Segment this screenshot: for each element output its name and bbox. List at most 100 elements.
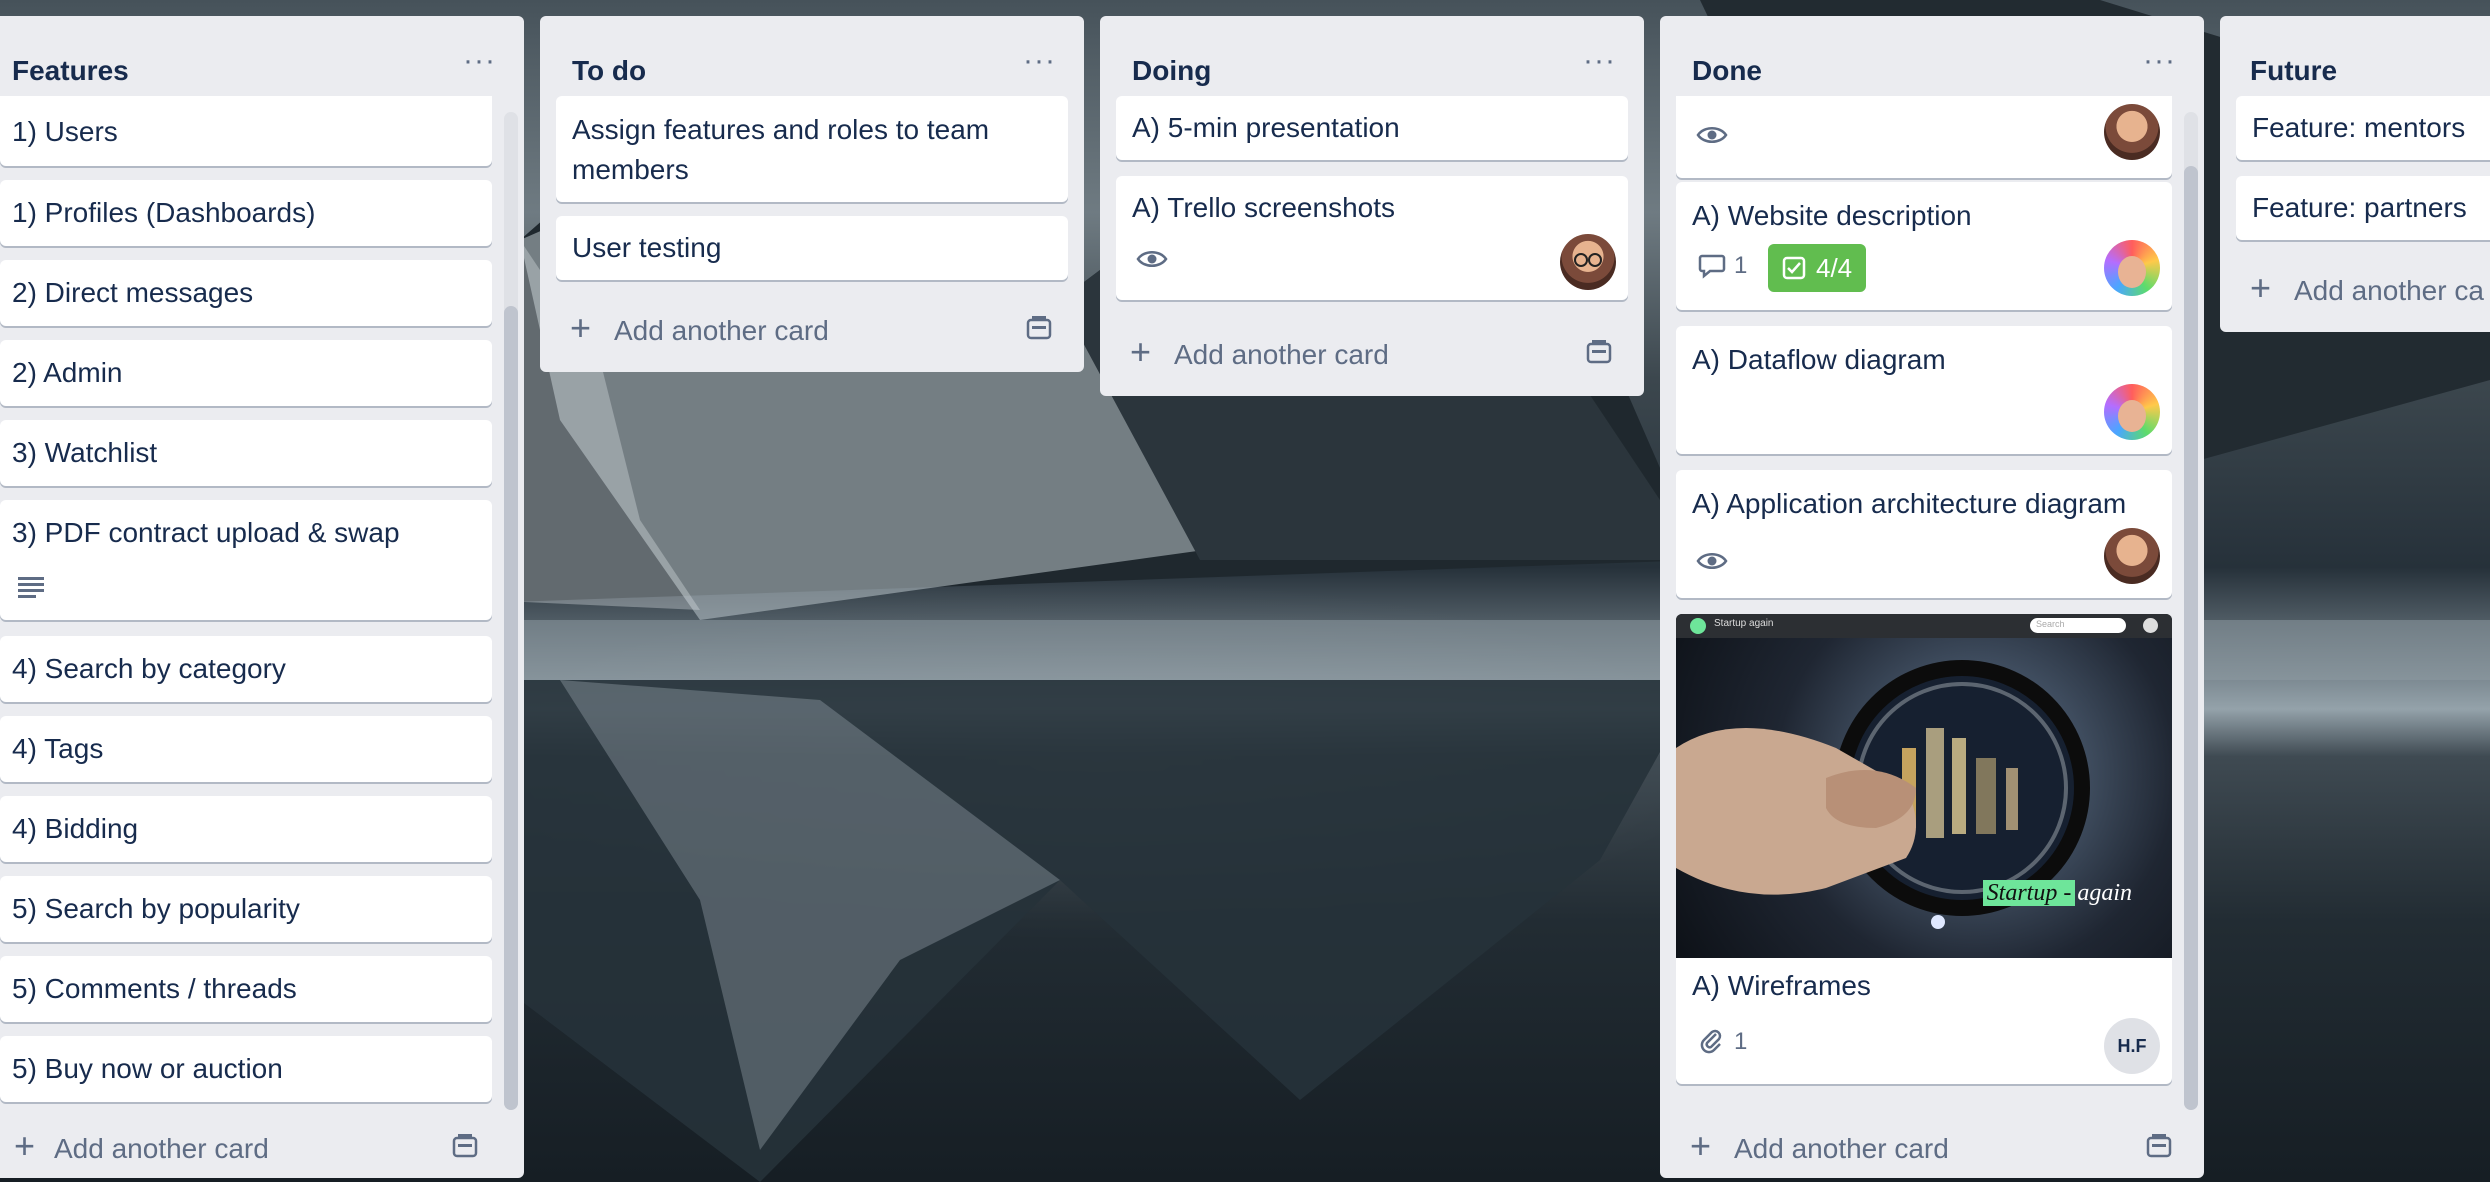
cover-site-header: Startup again Search — [1676, 614, 2172, 638]
card-title: Assign features and roles to team member… — [572, 114, 990, 185]
checklist-icon — [1782, 256, 1806, 280]
card-title: 5) Buy now or auction — [12, 1053, 283, 1084]
member-avatar[interactable] — [2104, 528, 2160, 584]
card-template-icon[interactable] — [2146, 1134, 2172, 1158]
cover-close-icon — [2143, 618, 2158, 633]
list-title[interactable]: Done — [1692, 54, 1762, 88]
card[interactable]: 1) Users — [0, 96, 492, 166]
add-card-button[interactable]: + Add another card — [0, 1120, 508, 1176]
card-title: 4) Tags — [12, 733, 104, 764]
cover-search-placeholder: Search — [2036, 619, 2065, 629]
card[interactable]: User testing — [556, 216, 1068, 280]
list-header[interactable]: Future — [2220, 16, 2490, 96]
member-initials: H.F — [2117, 1035, 2147, 1056]
member-avatar[interactable] — [2104, 240, 2160, 296]
plus-icon: + — [14, 1125, 36, 1166]
card-title: 5) Search by popularity — [12, 893, 300, 924]
add-card-button[interactable]: + Add another card — [556, 302, 1068, 358]
board-canvas: Features ··· 1) Users 1) Profiles (Dashb… — [0, 0, 2490, 1182]
attachments-badge: 1 — [1698, 1028, 1747, 1056]
add-card-label: Add another card — [1734, 1133, 1949, 1164]
list-doing: Doing ··· A) 5-min presentation A) Trell… — [1100, 16, 1644, 396]
card[interactable]: 1) Profiles (Dashboards) — [0, 180, 492, 246]
cover-logo-dot — [1690, 618, 1706, 634]
list-scrollbar-thumb[interactable] — [504, 306, 518, 1110]
add-card-button[interactable]: + Add another ca — [2236, 262, 2490, 318]
cover-site-name: Startup again — [1714, 618, 1774, 629]
magnifying-glass-photo — [1676, 660, 2090, 929]
add-card-button[interactable]: + Add another card — [1116, 326, 1628, 382]
card[interactable]: Assign features and roles to team member… — [556, 96, 1068, 202]
card[interactable]: 5) Buy now or auction — [0, 1036, 492, 1102]
list-features: Features ··· 1) Users 1) Profiles (Dashb… — [0, 16, 524, 1178]
list-header[interactable]: To do ··· — [540, 16, 1084, 96]
card[interactable]: A) Application architecture diagram — [1676, 470, 2172, 598]
card[interactable]: 4) Tags — [0, 716, 492, 782]
list-title[interactable]: To do — [572, 54, 646, 88]
card[interactable]: 3) PDF contract upload & swap — [0, 500, 492, 620]
plus-icon: + — [2250, 267, 2272, 308]
member-avatar[interactable] — [1560, 234, 1616, 290]
card-title: A) Website description — [1692, 200, 1972, 231]
card-title: A) Application architecture diagram — [1692, 488, 2127, 519]
card[interactable]: 3) Watchlist — [0, 420, 492, 486]
card[interactable]: A) Dataflow diagram — [1676, 326, 2172, 454]
card[interactable]: Feature: mentors — [2236, 96, 2490, 160]
card-title: 1) Users — [12, 116, 118, 147]
card-with-cover[interactable]: Startup again Search Startup - again A) … — [1676, 614, 2172, 1084]
list-scrollbar-thumb[interactable] — [2184, 166, 2198, 1110]
eye-icon — [1696, 127, 1728, 143]
add-card-label: Add another ca — [2294, 275, 2484, 306]
card-title: User testing — [572, 232, 722, 263]
card-template-icon[interactable] — [452, 1134, 478, 1158]
member-avatar[interactable] — [2104, 384, 2160, 440]
card[interactable]: Feature: partners — [2236, 176, 2490, 240]
list-header[interactable]: Done ··· — [1660, 16, 2204, 96]
card[interactable]: 4) Bidding — [0, 796, 492, 862]
card-title: 4) Search by category — [12, 653, 286, 684]
eye-icon — [1696, 553, 1728, 569]
list-title[interactable]: Features — [12, 54, 129, 88]
card[interactable]: 5) Search by popularity — [0, 876, 492, 942]
plus-icon: + — [1690, 1125, 1712, 1166]
card-title: 2) Admin — [12, 357, 123, 388]
member-avatar[interactable] — [2104, 104, 2160, 160]
card[interactable] — [1676, 96, 2172, 178]
eye-icon — [1136, 251, 1168, 267]
avatar-face — [2118, 256, 2146, 288]
card-title: A) Dataflow diagram — [1692, 344, 1946, 375]
add-card-button[interactable]: + Add another card — [1676, 1120, 2188, 1176]
card-template-icon[interactable] — [1026, 316, 1052, 340]
checklist-progress: 4/4 — [1816, 252, 1853, 283]
cover-logo-highlight: Startup - — [1982, 880, 2076, 906]
comment-icon — [1698, 254, 1726, 279]
card[interactable]: A) Trello screenshots — [1116, 176, 1628, 300]
add-card-label: Add another card — [1174, 339, 1389, 370]
list-to-do: To do ··· Assign features and roles to t… — [540, 16, 1084, 372]
list-menu-button[interactable]: ··· — [1023, 46, 1056, 76]
member-initials-avatar[interactable]: H.F — [2104, 1018, 2160, 1074]
card[interactable]: 5) Comments / threads — [0, 956, 492, 1022]
card[interactable]: A) 5-min presentation — [1116, 96, 1628, 160]
card-cover-image: Startup again Search Startup - again — [1676, 614, 2172, 958]
list-title[interactable]: Future — [2250, 54, 2337, 88]
card[interactable]: 2) Admin — [0, 340, 492, 406]
card-title: 2) Direct messages — [12, 277, 254, 308]
card-template-icon[interactable] — [1586, 340, 1612, 364]
cover-logo-text: Startup - again — [1982, 878, 2132, 908]
plus-icon: + — [570, 307, 592, 348]
cover-search-box: Search — [2030, 618, 2126, 633]
card-title: A) Trello screenshots — [1132, 192, 1395, 223]
card[interactable]: A) Website description 1 4/4 — [1676, 182, 2172, 310]
card[interactable]: 2) Direct messages — [0, 260, 492, 326]
card[interactable]: 4) Search by category — [0, 636, 492, 702]
list-menu-button[interactable]: ··· — [463, 46, 496, 76]
list-menu-button[interactable]: ··· — [1583, 46, 1616, 76]
add-card-label: Add another card — [54, 1133, 269, 1164]
list-menu-button[interactable]: ··· — [2143, 46, 2176, 76]
list-header[interactable]: Features ··· — [0, 16, 524, 96]
list-header[interactable]: Doing ··· — [1100, 16, 1644, 96]
list-title[interactable]: Doing — [1132, 54, 1211, 88]
card-title: 3) PDF contract upload & swap — [12, 517, 400, 548]
add-card-label: Add another card — [614, 315, 829, 346]
